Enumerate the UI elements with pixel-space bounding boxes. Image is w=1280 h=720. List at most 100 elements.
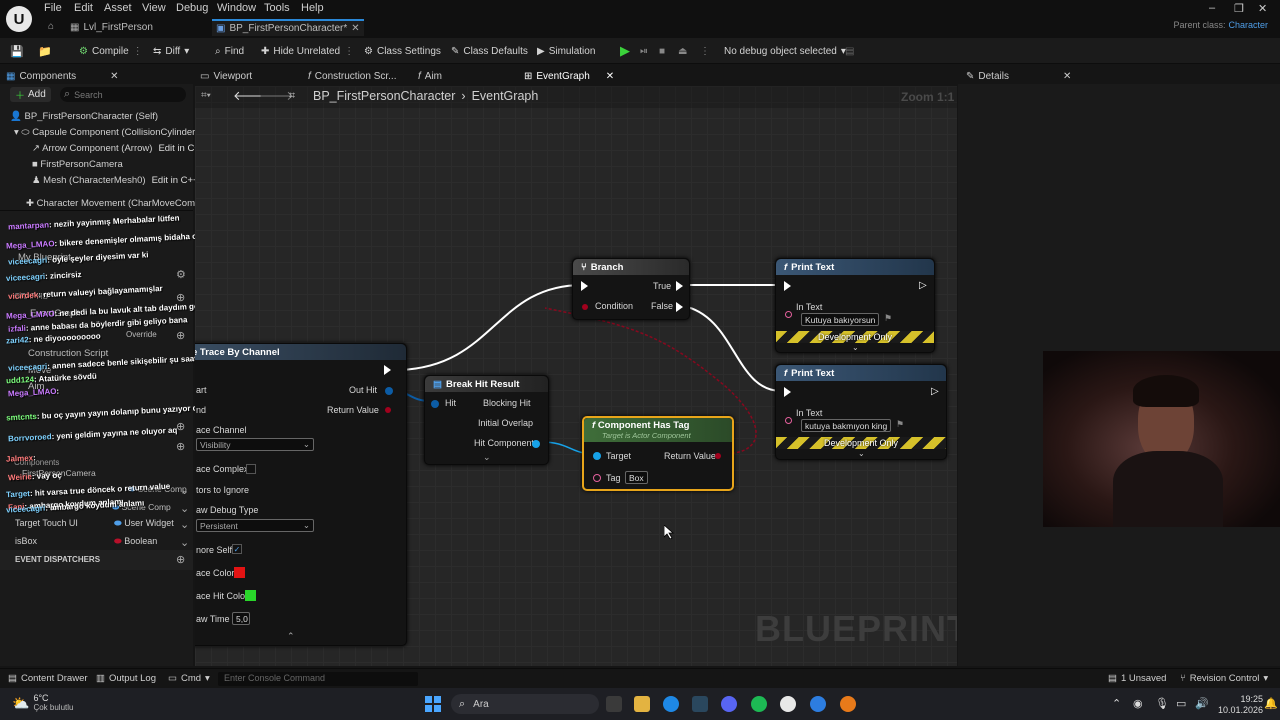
gear-icon[interactable]: ⚙ — [176, 268, 186, 281]
chevron-down-icon[interactable]: ⌄ — [180, 484, 189, 497]
discord-icon[interactable] — [721, 696, 737, 712]
override-dropdown[interactable]: Override — [126, 330, 157, 339]
component-search-input[interactable]: ⌕ Search — [60, 87, 186, 102]
return-value-pin[interactable] — [385, 407, 391, 413]
spotify-icon[interactable] — [751, 696, 767, 712]
content-drawer-button[interactable]: ▤ Content Drawer — [8, 673, 88, 684]
out-hit-pin[interactable] — [385, 387, 393, 395]
tree-item-arrow[interactable]: ↗ Arrow Component (Arrow) Edit in C++ — [32, 143, 205, 154]
draw-time-input[interactable]: 5,0 — [232, 612, 250, 625]
console-input[interactable]: Enter Console Command — [218, 672, 418, 686]
simulation-button[interactable]: ▶ Simulation — [537, 43, 595, 59]
tab-level[interactable]: ▦ Lvl_FirstPerson — [70, 19, 153, 36]
steam-icon[interactable] — [692, 696, 708, 712]
pause-icon[interactable]: ⏯ — [640, 43, 648, 59]
taskbar-search[interactable]: ⌕ Ara — [451, 694, 599, 714]
expand-arrow-icon[interactable]: ⌄ — [483, 452, 491, 463]
app-taskbar-icon[interactable] — [810, 696, 826, 712]
exec-false-pin[interactable] — [676, 302, 683, 312]
more-options-icon[interactable]: ⋮ — [700, 43, 710, 59]
draw-debug-dropdown[interactable]: Persistent ⌄ — [196, 519, 314, 532]
blender-icon[interactable] — [840, 696, 856, 712]
eject-icon[interactable]: ⏏ — [678, 43, 687, 59]
tag-pin[interactable] — [593, 474, 601, 482]
collapse-arrow-icon[interactable]: ⌃ — [287, 631, 295, 642]
parent-class-value[interactable]: Character — [1228, 20, 1268, 30]
add-component-button[interactable]: ＋ Add — [10, 87, 51, 102]
node-print-text-1[interactable]: f Print Text ▷ In Text Kutuya bakıyorsun … — [775, 258, 935, 353]
hit-component-pin[interactable] — [532, 440, 540, 448]
microphone-icon[interactable]: 🎙 — [1155, 697, 1169, 710]
expand-arrow-icon[interactable]: ⌄ — [852, 343, 859, 352]
tray-chevron-icon[interactable]: ⌃ — [1112, 697, 1121, 710]
in-text-pin[interactable] — [785, 417, 792, 424]
tray-app-icon[interactable]: ◉ — [1133, 697, 1143, 710]
revision-control-button[interactable]: ⑂ Revision Control ▾ — [1180, 673, 1268, 684]
ignore-self-checkbox[interactable]: ✓ — [232, 544, 242, 554]
output-log-button[interactable]: ▥ Output Log — [96, 673, 156, 684]
tab-construction-script[interactable]: f Construction Scr... — [308, 68, 396, 84]
exec-in-pin[interactable] — [784, 387, 791, 397]
class-settings-button[interactable]: ⚙ Class Settings — [364, 43, 441, 59]
clock[interactable]: 19:25 10.01.2026 — [1218, 694, 1263, 716]
localize-flag-icon[interactable]: ⚑ — [884, 313, 892, 324]
find-button[interactable]: ⌕ Find — [215, 43, 244, 59]
add-dispatcher-icon[interactable]: ⊕ — [176, 553, 185, 566]
unreal-taskbar-icon[interactable] — [780, 696, 796, 712]
menu-view[interactable]: View — [142, 2, 166, 14]
tree-item-capsule[interactable]: ▾ ⬭ Capsule Component (CollisionCylinder… — [14, 127, 199, 138]
compile-button[interactable]: ⚙ Compile ⋮ — [79, 43, 143, 59]
tree-item-mesh[interactable]: ♟ Mesh (CharacterMesh0) Edit in C++ — [32, 175, 199, 186]
menu-tools[interactable]: Tools — [264, 2, 290, 14]
edge-browser-icon[interactable] — [663, 696, 679, 712]
close-icon[interactable]: ✕ — [110, 71, 118, 82]
exec-out-pin[interactable]: ▷ — [931, 386, 939, 397]
menu-edit[interactable]: Edit — [74, 2, 93, 14]
network-icon[interactable]: ▭ — [1176, 697, 1186, 710]
node-line-trace-by-channel[interactable]: e Trace By Channel art nd Out Hit Return… — [195, 343, 407, 646]
tree-item-camera[interactable]: ■ FirstPersonCamera — [32, 159, 123, 170]
task-view-icon[interactable] — [606, 696, 622, 712]
volume-icon[interactable]: 🔊 — [1195, 697, 1209, 710]
home-icon[interactable]: ⌂ — [48, 21, 54, 32]
in-text-input[interactable]: Kutuya bakıyorsun — [801, 313, 880, 326]
debug-object-select[interactable]: No debug object selected ▾ — [724, 43, 846, 59]
function-item-construction[interactable]: Construction Script — [28, 348, 108, 359]
hide-unrelated-button[interactable]: ✚ Hide Unrelated ⋮ — [261, 43, 354, 59]
exec-in-pin[interactable] — [784, 281, 791, 291]
exec-in-pin[interactable] — [581, 281, 588, 291]
stop-icon[interactable]: ■ — [659, 43, 665, 59]
menu-help[interactable]: Help — [301, 2, 324, 14]
save-icon[interactable]: 💾 — [10, 43, 24, 59]
node-branch[interactable]: ⑂ Branch True Condition False — [572, 258, 690, 320]
maximize-icon[interactable]: ❐ — [1234, 2, 1244, 15]
play-icon[interactable]: ▶ — [620, 43, 630, 59]
menu-file[interactable]: File — [44, 2, 62, 14]
browse-icon[interactable]: 📁 — [38, 43, 52, 59]
add-function-icon[interactable]: ⊕ — [176, 329, 185, 342]
condition-pin[interactable] — [582, 304, 588, 310]
edit-cpp-link[interactable]: Edit in C++ — [152, 175, 199, 186]
event-graph-canvas[interactable]: ⌗▾ 🡐 🡒 ⌗ BP_FirstPersonCharacter › EventGr… — [195, 86, 957, 666]
menu-debug[interactable]: Debug — [176, 2, 208, 14]
menu-asset[interactable]: Asset — [104, 2, 132, 14]
close-icon[interactable]: ✕ — [1063, 71, 1071, 82]
node-break-hit-result[interactable]: ▤ Break Hit Result Hit Blocking Hit Initi… — [424, 375, 549, 465]
chevron-down-icon[interactable]: ⌄ — [180, 502, 189, 515]
tree-item-movement[interactable]: ✚ Character Movement (CharMoveComp) — [26, 198, 203, 209]
windows-start-icon[interactable] — [425, 696, 441, 712]
tag-input[interactable]: Box — [625, 471, 648, 484]
exec-out-pin[interactable]: ▷ — [919, 280, 927, 291]
tree-item-self[interactable]: 👤 BP_FirstPersonCharacter (Self) — [10, 111, 158, 122]
exec-out-pin[interactable] — [384, 365, 391, 375]
expand-arrow-icon[interactable]: ⌄ — [858, 449, 865, 458]
add-variable-icon[interactable]: ⊕ — [176, 440, 185, 453]
tab-eventgraph[interactable]: ⊞ EventGraph ✕ — [524, 68, 614, 84]
localize-flag-icon[interactable]: ⚑ — [896, 419, 904, 430]
notification-icon[interactable]: 🔔 — [1264, 697, 1278, 710]
window-close-icon[interactable]: ✕ — [1258, 2, 1267, 15]
file-explorer-icon[interactable] — [634, 696, 650, 712]
minimize-icon[interactable]: – — [1209, 2, 1215, 14]
return-value-pin[interactable] — [715, 453, 721, 459]
trace-complex-checkbox[interactable] — [246, 464, 256, 474]
